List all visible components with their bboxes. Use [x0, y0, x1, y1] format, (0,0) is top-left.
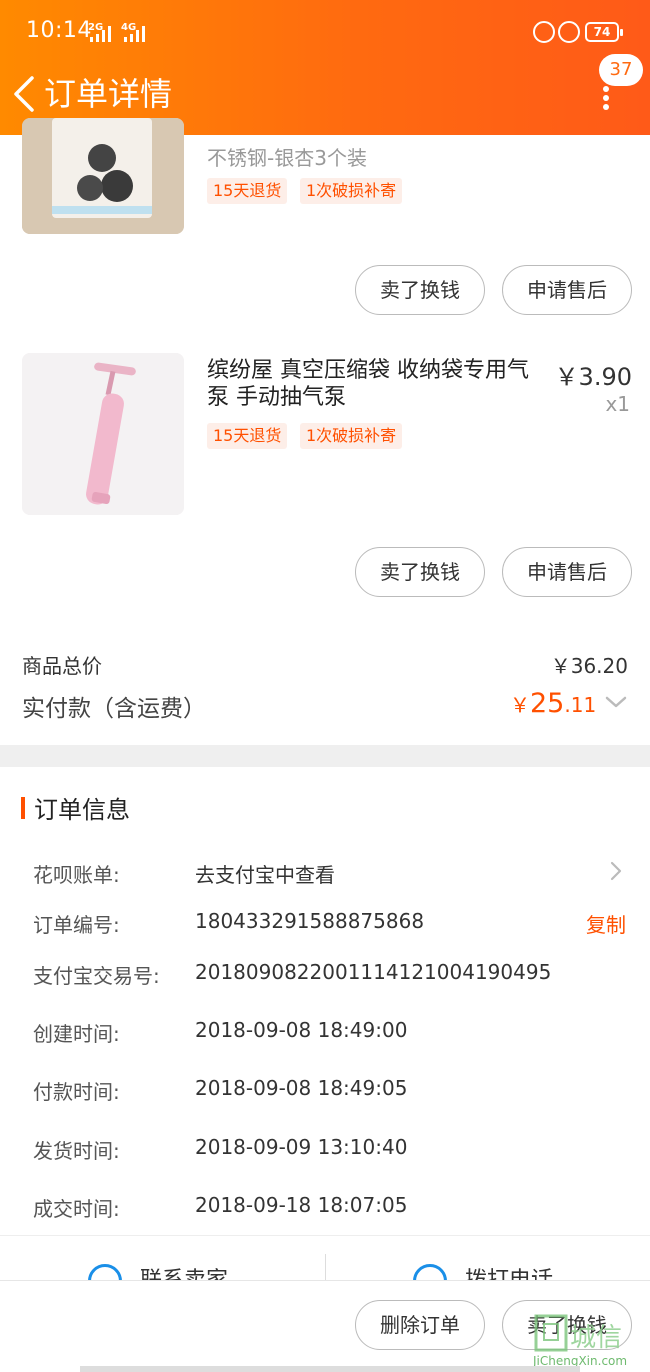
damage-reship-tag: 1次破损补寄: [300, 178, 403, 204]
return-policy-tag: 15天退货: [207, 178, 288, 204]
product-price: ￥3.90: [554, 363, 632, 391]
more-options-icon[interactable]: [602, 86, 610, 110]
payment-time-value: 2018-09-08 18:49:05: [195, 1076, 408, 1100]
home-indicator: [80, 1366, 580, 1372]
goods-total-value: ￥36.20: [550, 654, 628, 678]
contact-bar: 联系卖家 拨打电话: [0, 1235, 650, 1285]
sell-for-cash-button[interactable]: 卖了换钱: [355, 265, 485, 315]
watermark-text: 城信: [570, 1323, 623, 1353]
after-sale-button[interactable]: 申请售后: [502, 265, 632, 315]
product-image[interactable]: [22, 118, 184, 234]
back-arrow-icon[interactable]: [10, 72, 42, 116]
alipay-trade-number-value: 2018090822001114121004190495: [195, 960, 552, 984]
shipping-time-label: 发货时间:: [33, 1139, 120, 1163]
order-info-title: 订单信息: [34, 796, 130, 824]
section-divider: [0, 745, 650, 767]
goods-total-label: 商品总价: [22, 654, 102, 678]
copy-order-number-button[interactable]: 复制: [586, 909, 626, 938]
signal-icon: [88, 26, 112, 42]
order-number-value: 180433291588875868: [195, 909, 425, 933]
created-time-value: 2018-09-08 18:49:00: [195, 1018, 408, 1042]
signal-icon: [122, 26, 146, 42]
section-accent-bar: [21, 797, 25, 819]
completion-time-value: 2018-09-18 18:07:05: [195, 1193, 408, 1217]
huabei-bill-label: 花呗账单:: [33, 863, 120, 887]
lock-rotation-icon: [533, 21, 555, 43]
page-title: 订单详情: [44, 75, 173, 113]
delete-order-button[interactable]: 删除订单: [355, 1300, 485, 1350]
chevron-right-icon[interactable]: [609, 860, 623, 882]
status-time: 10:14: [26, 18, 92, 43]
product-variant: 不锈钢-银杏3个装: [207, 146, 367, 170]
after-sale-button[interactable]: 申请售后: [502, 547, 632, 597]
created-time-label: 创建时间:: [33, 1022, 120, 1046]
battery-icon: 74: [585, 22, 623, 42]
payment-time-label: 付款时间:: [33, 1080, 120, 1104]
product-quantity: x1: [605, 392, 630, 416]
status-bar: 10:14 2G 4G 74: [0, 0, 650, 66]
product-image[interactable]: [22, 353, 184, 515]
shipping-time-value: 2018-09-09 13:10:40: [195, 1135, 408, 1159]
currency-symbol: ￥: [510, 693, 530, 717]
top-bar: 10:14 2G 4G 74 订单详情 37: [0, 0, 650, 135]
huabei-bill-value[interactable]: 去支付宝中查看: [195, 859, 335, 888]
alipay-trade-number-label: 支付宝交易号:: [33, 964, 160, 988]
paid-amount-value: ￥25.11: [510, 688, 596, 719]
message-count-badge[interactable]: 37: [599, 54, 643, 86]
paid-amount-label: 实付款（含运费）: [22, 696, 206, 722]
sell-for-cash-button[interactable]: 卖了换钱: [355, 547, 485, 597]
completion-time-label: 成交时间:: [33, 1197, 120, 1221]
chevron-down-icon[interactable]: [604, 693, 628, 711]
paid-amount-integer: 25: [530, 688, 565, 719]
damage-reship-tag: 1次破损补寄: [300, 423, 403, 449]
alarm-icon: [558, 21, 580, 43]
return-policy-tag: 15天退货: [207, 423, 288, 449]
order-number-label: 订单编号:: [33, 913, 120, 937]
paid-amount-decimal: .11: [564, 693, 597, 717]
product-title[interactable]: 缤纷屋 真空压缩袋 收纳袋专用气泵 手动抽气泵: [207, 357, 547, 411]
